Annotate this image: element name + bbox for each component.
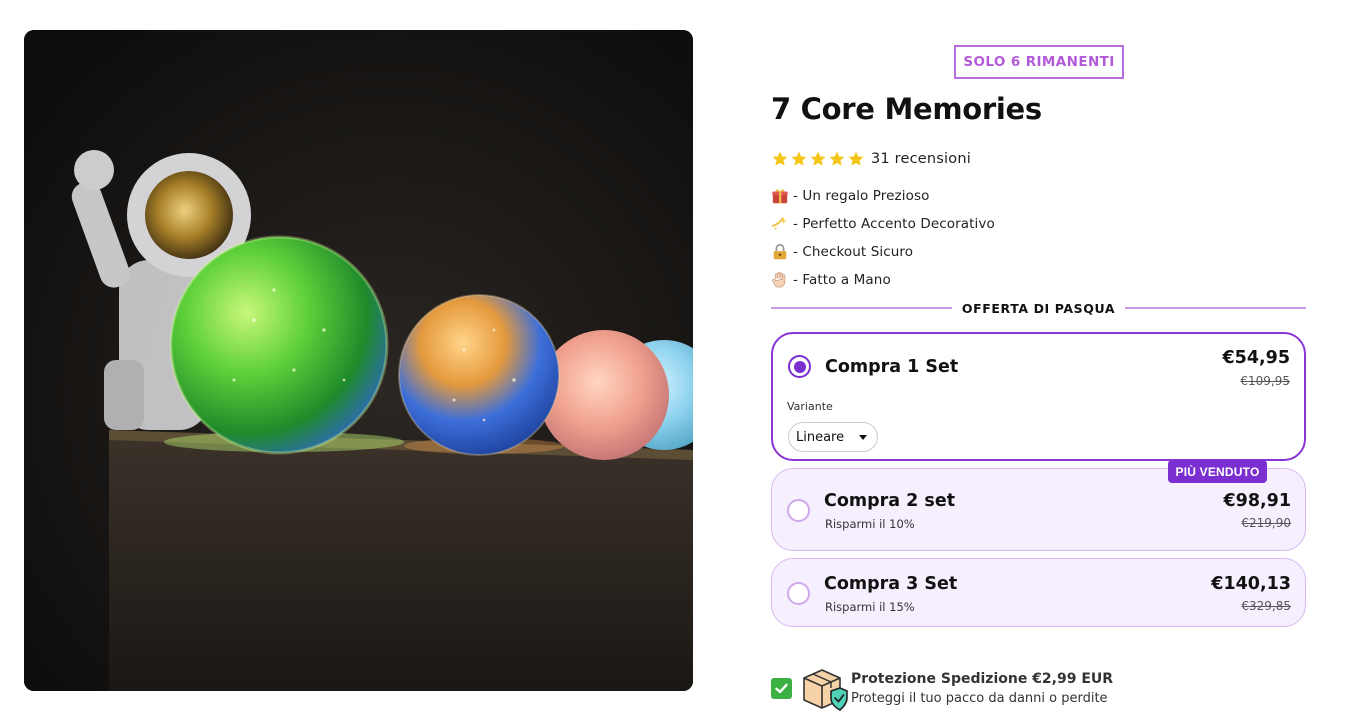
offer-heading: OFFERTA DI PASQUA bbox=[771, 298, 1307, 318]
best-seller-badge: PIÙ VENDUTO bbox=[1168, 460, 1267, 483]
bundle-title: Compra 2 set bbox=[824, 491, 956, 511]
feature-list: - Un regalo Prezioso - Perfetto Accento … bbox=[771, 182, 995, 294]
bundle-radio-2[interactable] bbox=[787, 499, 810, 522]
reviews-count[interactable]: 31 recensioni bbox=[871, 151, 971, 167]
stock-badge: SOLO 6 RIMANENTI bbox=[954, 45, 1124, 79]
feature-item: - Perfetto Accento Decorativo bbox=[771, 210, 995, 238]
feature-item: - Fatto a Mano bbox=[771, 266, 995, 294]
shipping-protection-subtitle: Proteggi il tuo pacco da danni o perdite bbox=[851, 691, 1108, 706]
product-info: SOLO 6 RIMANENTI 7 Core Memories 31 rece… bbox=[771, 0, 1307, 719]
hand-icon bbox=[772, 272, 786, 288]
bundle-option-2-set[interactable]: PIÙ VENDUTO Compra 2 set Risparmi il 10%… bbox=[771, 460, 1306, 551]
divider-line bbox=[1125, 307, 1307, 309]
feature-item: - Un regalo Prezioso bbox=[771, 182, 995, 210]
feature-text: - Un regalo Prezioso bbox=[793, 188, 930, 204]
rating[interactable]: 31 recensioni bbox=[771, 148, 971, 170]
variant-select-value: Lineare bbox=[796, 429, 845, 445]
star-icon bbox=[829, 151, 845, 166]
bundle-title: Compra 3 Set bbox=[824, 574, 958, 594]
bundle-option-1-set[interactable]: Compra 1 Set €54,95 €109,95 Variante Lin… bbox=[771, 332, 1306, 461]
checkmark-icon bbox=[775, 683, 788, 694]
gift-icon bbox=[772, 189, 788, 204]
star-icon bbox=[848, 151, 864, 166]
bundle-title: Compra 1 Set bbox=[825, 357, 959, 377]
divider-line bbox=[771, 307, 952, 309]
rating-stars bbox=[771, 150, 865, 168]
bundle-radio-1[interactable] bbox=[788, 355, 811, 378]
product-image[interactable] bbox=[24, 30, 693, 691]
lock-icon bbox=[773, 243, 787, 260]
bundle-option-3-set[interactable]: Compra 3 Set Risparmi il 15% €140,13 €32… bbox=[771, 558, 1306, 627]
sparkles-icon bbox=[771, 217, 787, 230]
star-icon bbox=[810, 151, 826, 166]
bundle-old-price: €219,90 bbox=[1241, 516, 1291, 530]
bundle-savings: Risparmi il 10% bbox=[825, 517, 915, 531]
shipping-protection-checkbox[interactable] bbox=[771, 678, 792, 699]
radio-selected-dot bbox=[793, 360, 806, 373]
product-title: 7 Core Memories bbox=[771, 92, 1042, 126]
star-icon bbox=[791, 151, 807, 166]
feature-text: - Fatto a Mano bbox=[793, 272, 891, 288]
package-shield-icon bbox=[803, 669, 848, 711]
bundle-radio-3[interactable] bbox=[787, 582, 810, 605]
bundle-price: €54,95 bbox=[1222, 348, 1290, 368]
shipping-protection[interactable]: Protezione Spedizione €2,99 EUR Proteggi… bbox=[771, 662, 1306, 712]
shipping-protection-title: Protezione Spedizione €2,99 EUR bbox=[851, 671, 1114, 687]
variant-label: Variante bbox=[787, 400, 833, 413]
feature-item: - Checkout Sicuro bbox=[771, 238, 995, 266]
bundle-price: €140,13 bbox=[1211, 574, 1291, 594]
caret-down-icon bbox=[859, 435, 867, 440]
variant-select[interactable]: Lineare bbox=[788, 422, 878, 452]
offer-heading-label: OFFERTA DI PASQUA bbox=[961, 300, 1116, 316]
bundle-savings: Risparmi il 15% bbox=[825, 600, 915, 614]
bundle-old-price: €329,85 bbox=[1241, 599, 1291, 613]
feature-text: - Checkout Sicuro bbox=[793, 244, 914, 260]
bundle-price: €98,91 bbox=[1223, 491, 1291, 511]
feature-text: - Perfetto Accento Decorativo bbox=[793, 216, 995, 232]
bundle-old-price: €109,95 bbox=[1240, 374, 1290, 388]
star-icon bbox=[772, 151, 788, 166]
